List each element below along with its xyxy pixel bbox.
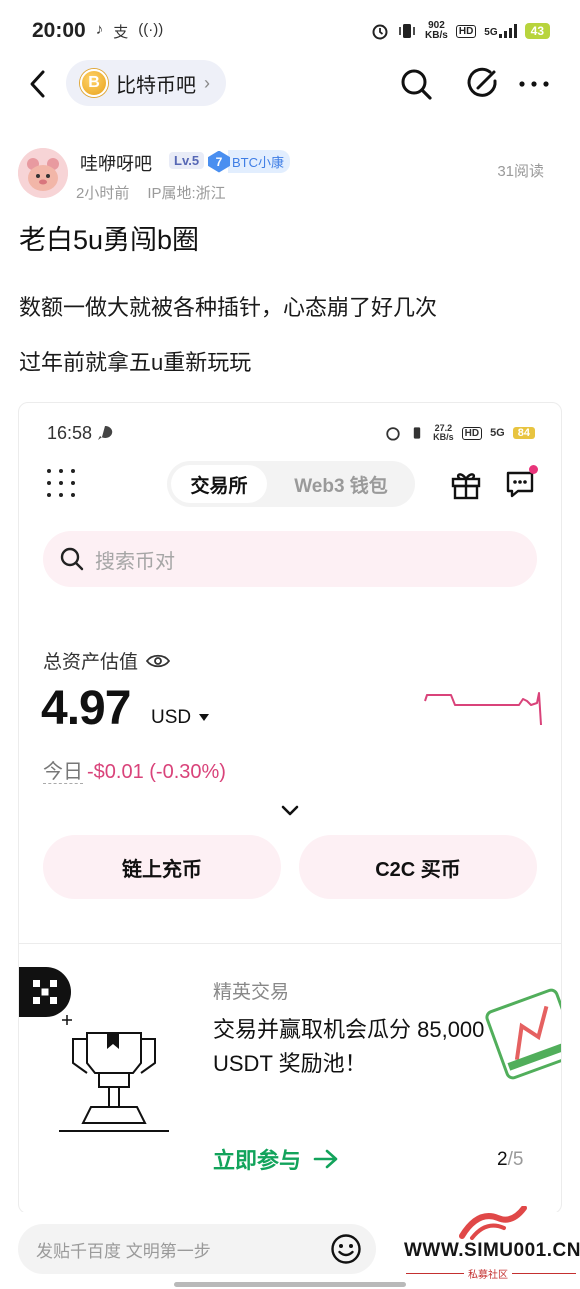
trophy-icon: [59, 1015, 169, 1132]
gem-icon: 7: [208, 150, 230, 173]
embedded-hd-badge: HD: [461, 426, 483, 440]
author-name[interactable]: 哇咿呀吧: [80, 150, 152, 176]
apps-grid-icon[interactable]: [47, 469, 75, 497]
c2c-buy-button[interactable]: C2C 买币: [299, 835, 537, 899]
post-body-line: 过年前就拿五u重新玩玩: [19, 350, 252, 375]
bitcoin-icon: B: [80, 69, 108, 97]
carousel-page-indicator: 2/5: [497, 1149, 524, 1170]
home-indicator[interactable]: [174, 1282, 406, 1287]
forum-link[interactable]: B 比特币吧 ›: [66, 60, 226, 106]
vibrate-icon: [399, 24, 415, 38]
post-time: 2小时前: [76, 185, 130, 202]
status-bar: 20:00 ♪ 支 ((·)) 902 KB/s HD 5G 43: [0, 0, 580, 62]
chevron-down-icon[interactable]: [279, 799, 301, 821]
edit-icon[interactable]: [464, 66, 500, 102]
onchain-deposit-button[interactable]: 链上充币: [43, 835, 281, 899]
emoji-icon[interactable]: [330, 1233, 362, 1265]
tab-web3-wallet[interactable]: Web3 钱包: [267, 471, 415, 498]
alarm-icon: [372, 24, 388, 40]
site-logo-icon: [459, 1206, 527, 1240]
join-now-button[interactable]: 立即参与: [213, 1143, 339, 1175]
status-time: 20:00: [32, 19, 86, 42]
eye-icon[interactable]: [146, 653, 171, 669]
mode-switch: 交易所 Web3 钱包: [167, 461, 415, 507]
embedded-status-bar: 16:58 27.2 KB/s HD 5G 84: [47, 421, 535, 445]
hd-badge: HD: [455, 24, 477, 38]
avatar-image: [18, 148, 68, 198]
total-balance: 4.97: [41, 682, 131, 735]
caret-down-icon: [199, 714, 210, 721]
divider: [19, 943, 561, 944]
top-nav: B 比特币吧 ›: [0, 60, 580, 108]
alarm-icon: [386, 427, 400, 441]
avatar[interactable]: [18, 148, 68, 198]
balance-sparkline: [424, 692, 542, 726]
post-image[interactable]: 16:58 27.2 KB/s HD 5G 84 交易所 Web3 钱包 搜索币对…: [18, 402, 562, 1214]
embedded-time: 16:58: [47, 422, 93, 443]
chevron-right-icon: ›: [204, 72, 210, 93]
search-placeholder: 搜索币对: [95, 550, 175, 573]
alipay-icon: 支: [113, 23, 129, 41]
reply-input[interactable]: 发贴千百度 文明第一步: [18, 1224, 376, 1274]
okx-logo-icon: [19, 967, 71, 1017]
search-icon[interactable]: [398, 66, 434, 102]
vibrate-icon: [413, 427, 421, 439]
post-body-line: 数额一做大就被各种插针，心态崩了好几次: [19, 295, 438, 320]
post-title: 老白5u勇闯b圈: [19, 225, 200, 255]
ip-location: IP属地:浙江: [147, 185, 226, 202]
tiktok-icon: ♪: [95, 20, 104, 38]
status-left-icons: ♪ 支 ((·)): [96, 21, 164, 42]
embedded-network-speed: 27.2 KB/s: [433, 423, 454, 442]
currency-selector[interactable]: USD: [151, 707, 210, 729]
notification-dot: [529, 465, 538, 474]
post-author-row: 哇咿呀吧 Lv.5 7 BTC小康 2小时前 IP属地:浙江 31阅读: [18, 148, 578, 208]
network-speed: 902 KB/s: [425, 20, 448, 41]
today-change: 今日 -$0.01 (-0.30%): [43, 761, 226, 784]
promo-title: 精英交易: [213, 982, 290, 1003]
status-right-icons: 902 KB/s HD 5G 43: [371, 21, 550, 41]
level-badge: Lv.5: [169, 152, 205, 169]
search-icon: [60, 547, 84, 571]
fan-badge-text: BTC小康: [228, 150, 291, 173]
site-watermark: WWW.SIMU001.CN 私募社区: [402, 1206, 580, 1286]
site-name: 私募社区: [464, 1266, 512, 1281]
more-icon[interactable]: [516, 66, 552, 102]
arrow-right-icon: [313, 1149, 338, 1169]
reply-placeholder: 发贴千百度 文明第一步: [36, 1241, 211, 1261]
tab-exchange[interactable]: 交易所: [171, 465, 267, 503]
back-button[interactable]: [24, 68, 54, 100]
read-count: 31阅读: [497, 163, 544, 180]
post-meta: 2小时前 IP属地:浙江: [76, 182, 226, 203]
asset-label: 总资产估值: [43, 647, 171, 674]
forum-name: 比特币吧: [116, 74, 196, 97]
battery-indicator: 43: [524, 23, 550, 39]
site-url: WWW.SIMU001.CN: [404, 1240, 580, 1261]
gift-icon[interactable]: [449, 467, 483, 501]
search-input[interactable]: 搜索币对: [43, 531, 537, 587]
hotspot-icon: ((·)): [138, 20, 164, 38]
embedded-signal-icon: 5G: [490, 427, 505, 439]
fan-badge: 7 BTC小康: [208, 150, 291, 173]
embedded-battery: 84: [512, 427, 535, 439]
signal-icon: 5G: [484, 24, 517, 38]
chat-bubble-icon: [98, 425, 113, 440]
